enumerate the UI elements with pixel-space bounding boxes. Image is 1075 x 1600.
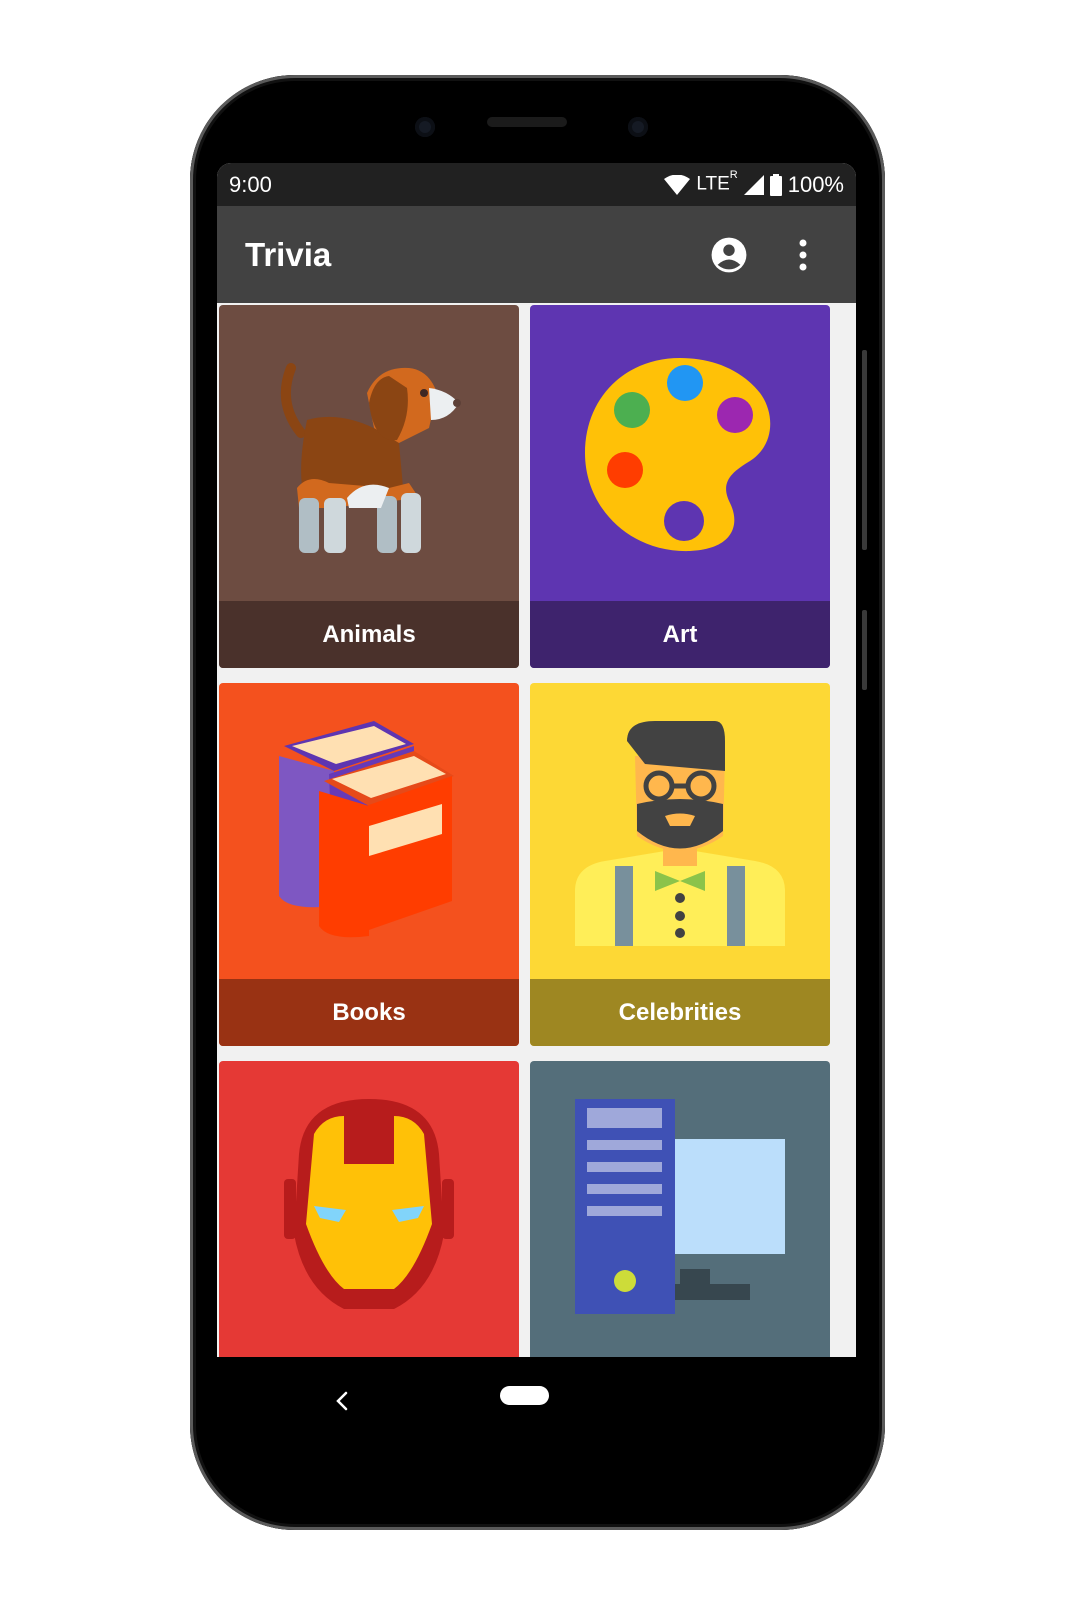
roaming-indicator: R xyxy=(729,169,738,182)
category-label: Books xyxy=(219,979,519,1046)
category-label: Celebrities xyxy=(530,979,830,1046)
home-button[interactable] xyxy=(500,1386,549,1405)
app-bar: Trivia xyxy=(217,206,856,303)
superhero-mask-icon xyxy=(284,1099,454,1309)
account-circle-icon xyxy=(711,237,747,272)
more-vert-icon xyxy=(799,239,807,270)
power-button xyxy=(862,610,867,690)
overflow-menu-button[interactable] xyxy=(778,230,828,280)
card-art xyxy=(219,1061,519,1357)
palette-icon xyxy=(585,358,771,552)
card-art xyxy=(530,305,830,601)
front-camera xyxy=(415,117,435,137)
battery-percent: 100% xyxy=(787,171,844,197)
card-art xyxy=(530,1061,830,1357)
status-time: 9:00 xyxy=(229,171,272,197)
status-icons: LTER 100% xyxy=(664,169,844,198)
card-art xyxy=(219,683,519,979)
card-art xyxy=(219,305,519,601)
card-art xyxy=(530,683,830,979)
computer-icon xyxy=(575,1099,785,1314)
category-card-celebrities[interactable]: Celebrities xyxy=(530,683,830,1046)
earpiece-speaker xyxy=(487,117,567,127)
navigation-bar xyxy=(217,1357,856,1447)
back-icon xyxy=(336,1391,348,1411)
cell-signal-icon xyxy=(743,174,764,195)
category-label: Animals xyxy=(219,601,519,668)
category-label: Art xyxy=(530,601,830,668)
network-type-label: LTE xyxy=(696,173,730,195)
celebrity-icon xyxy=(575,721,785,946)
account-button[interactable] xyxy=(704,230,754,280)
books-icon xyxy=(279,721,454,938)
category-card-computers[interactable] xyxy=(530,1061,830,1357)
wifi-icon xyxy=(664,174,691,195)
battery-icon xyxy=(769,173,782,196)
app-title: Trivia xyxy=(245,235,332,273)
front-sensor xyxy=(628,117,648,137)
category-card-books[interactable]: Books xyxy=(219,683,519,1046)
category-card-superhero[interactable] xyxy=(219,1061,519,1357)
status-bar: 9:00 LTER 100% xyxy=(217,163,856,206)
dog-icon xyxy=(280,363,461,553)
back-button[interactable] xyxy=(322,1381,362,1421)
category-card-animals[interactable]: Animals xyxy=(219,305,519,668)
network-type: LTER xyxy=(696,169,737,195)
screen: 9:00 LTER 100% Trivia Animals Art Books … xyxy=(217,163,856,1357)
volume-button xyxy=(862,350,867,550)
category-card-art[interactable]: Art xyxy=(530,305,830,668)
